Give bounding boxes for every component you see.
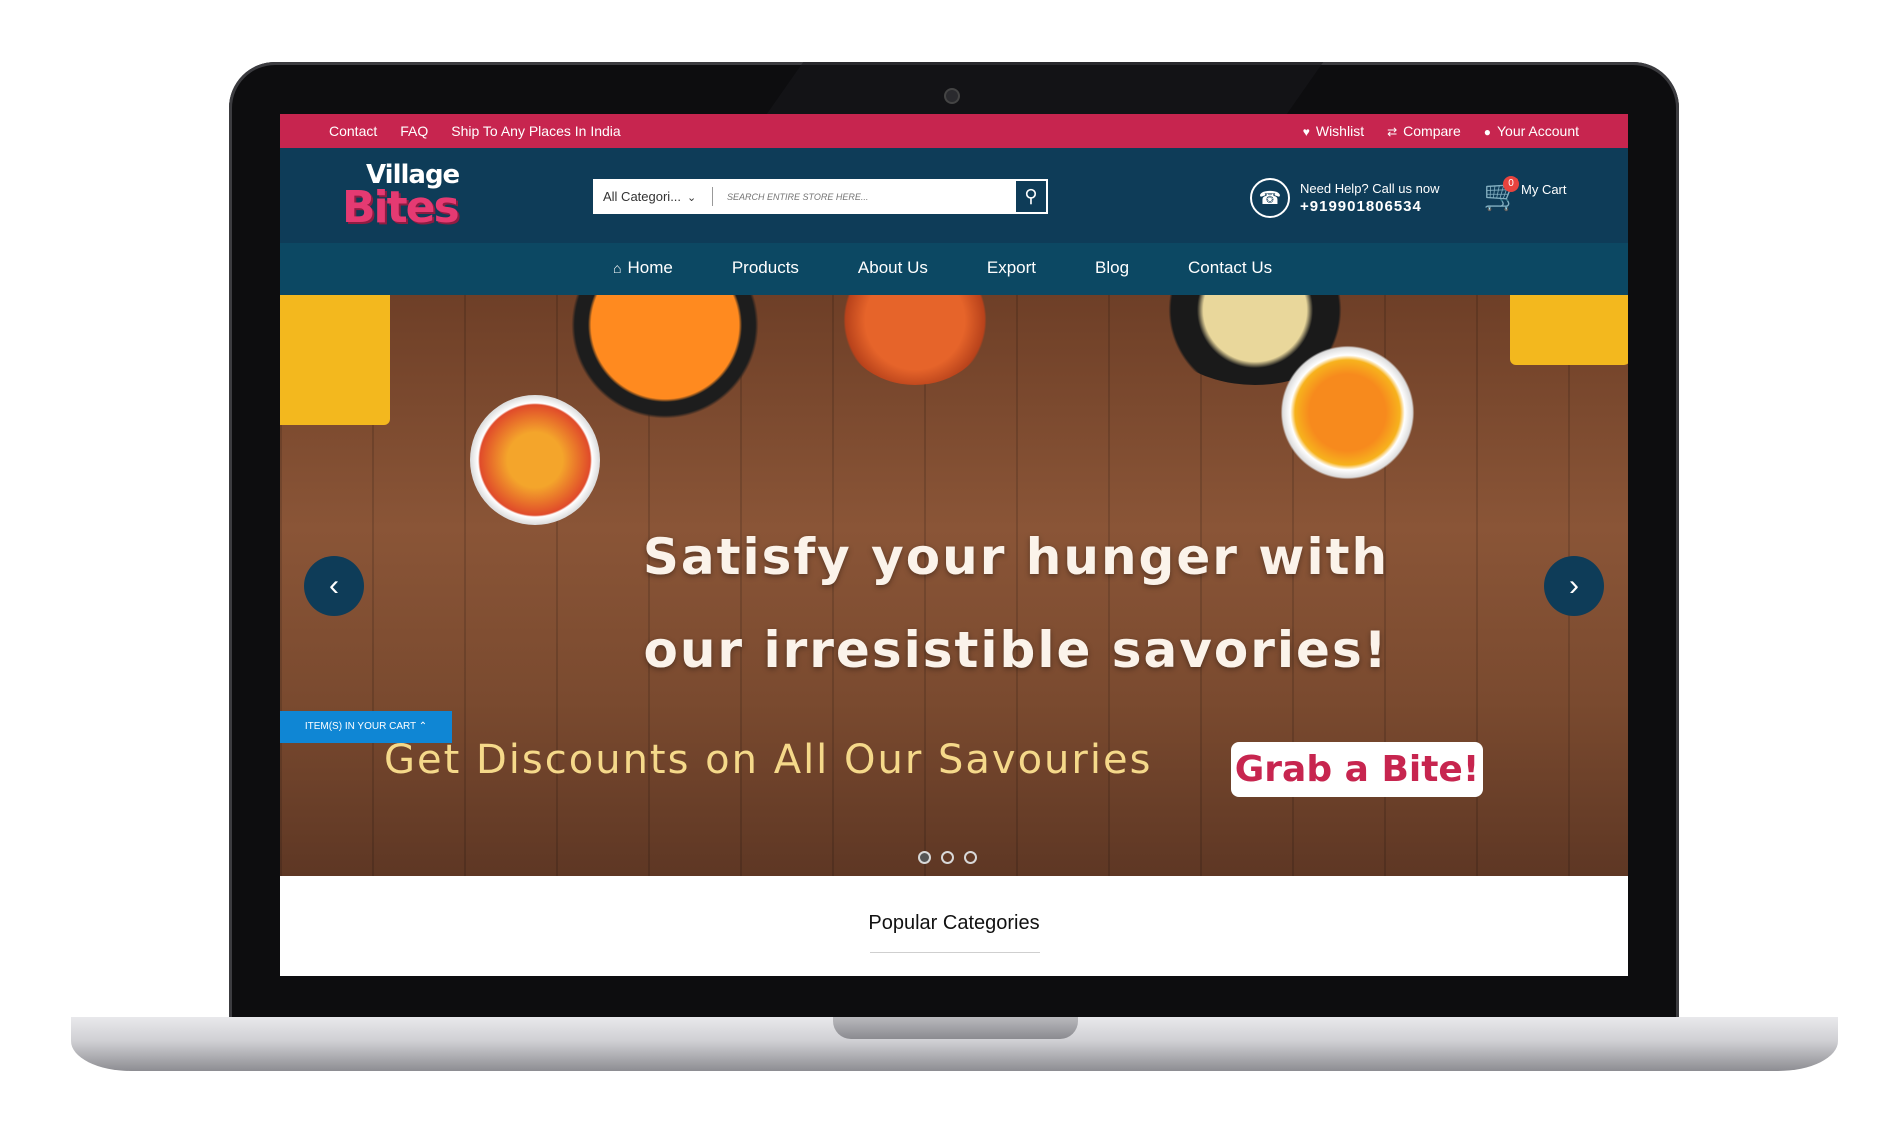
help-label: Need Help? Call us now <box>1300 181 1440 196</box>
wishlist-label: Wishlist <box>1315 123 1365 139</box>
cart-label: My Cart <box>1521 182 1567 197</box>
slider-dot-2[interactable] <box>941 851 954 864</box>
contact-link[interactable]: Contact <box>329 123 377 139</box>
compare-link[interactable]: ⇄ Compare <box>1387 123 1461 139</box>
top-bar: Contact FAQ Ship To Any Places In India … <box>280 114 1628 148</box>
nav-home-label: Home <box>627 258 673 277</box>
nav-item-contact[interactable]: Contact Us <box>1188 258 1272 278</box>
search-bar: All Categori... ⌄ ⚲ <box>593 179 1048 214</box>
nav-item-home[interactable]: ⌂ Home <box>613 258 673 278</box>
nav-item-products[interactable]: Products <box>732 258 799 278</box>
slider-prev-button[interactable]: ‹ <box>304 556 364 616</box>
candy-corn-bowl-image <box>1280 345 1415 480</box>
gift-box-image-right <box>1510 295 1628 365</box>
category-value: All Categori... <box>603 189 682 204</box>
slider-dots <box>918 851 977 864</box>
mini-cart[interactable]: 🛒 0 My Cart <box>1483 176 1567 216</box>
home-icon: ⌂ <box>613 260 622 276</box>
candy-bowl-image <box>470 395 600 525</box>
help-contact: ☎ Need Help? Call us now +919901806534 <box>1250 178 1439 218</box>
account-links: ♥ Wishlist ⇄ Compare ● Your Account <box>1303 123 1579 139</box>
phone-icon: ☎ <box>1250 178 1290 218</box>
hero-headline-line-2: our irresistible savories! <box>643 621 1389 679</box>
search-button[interactable]: ⚲ <box>1014 179 1048 214</box>
cart-icon: 🛒 0 <box>1483 176 1521 212</box>
nav-item-about[interactable]: About Us <box>858 258 928 278</box>
website-screen: Contact FAQ Ship To Any Places In India … <box>280 114 1628 976</box>
user-icon: ● <box>1483 125 1491 139</box>
main-header: Village Bites All Categori... ⌄ ⚲ ☎ Need … <box>280 148 1628 243</box>
wishlist-link[interactable]: ♥ Wishlist <box>1303 123 1364 139</box>
hero-headline-line-1: Satisfy your hunger with <box>642 528 1390 586</box>
shipping-link[interactable]: Ship To Any Places In India <box>451 123 620 139</box>
logo-bites: Bites <box>342 182 460 233</box>
laptop-notch <box>833 1017 1078 1039</box>
search-input[interactable] <box>713 179 1014 214</box>
category-select[interactable]: All Categori... ⌄ <box>593 187 713 206</box>
account-label: Your Account <box>1497 123 1579 139</box>
search-icon: ⚲ <box>1024 186 1038 206</box>
main-nav: ⌂ Home Products About Us Export Blog Cont… <box>280 243 1628 295</box>
site-logo[interactable]: Village Bites <box>340 160 465 233</box>
top-links: Contact FAQ Ship To Any Places In India <box>329 123 621 139</box>
compare-icon: ⇄ <box>1387 125 1398 139</box>
hero-discount-text: Get Discounts on All Our Savouries <box>384 737 1153 783</box>
heart-icon: ♥ <box>1302 125 1310 139</box>
pumpkin-plate-image <box>535 295 795 425</box>
grab-a-bite-button[interactable]: Grab a Bite! <box>1231 742 1483 797</box>
camera-icon <box>946 90 958 102</box>
account-link[interactable]: ● Your Account <box>1484 123 1579 139</box>
slider-dot-1[interactable] <box>918 851 931 864</box>
cart-count-badge: 0 <box>1503 176 1519 192</box>
chevron-left-icon: ‹ <box>329 569 339 602</box>
slider-dot-3[interactable] <box>964 851 977 864</box>
phone-number[interactable]: +919901806534 <box>1300 198 1439 215</box>
nav-item-export[interactable]: Export <box>987 258 1036 278</box>
compare-label: Compare <box>1403 123 1461 139</box>
cart-items-tab-label: ITEM(S) IN YOUR CART <box>304 721 416 732</box>
nav-item-blog[interactable]: Blog <box>1095 258 1129 278</box>
chevron-right-icon: › <box>1569 569 1579 602</box>
cart-items-tab[interactable]: ITEM(S) IN YOUR CART ⌃ <box>280 711 452 743</box>
popular-categories-section: Popular Categories <box>280 876 1628 976</box>
gift-box-image <box>280 295 390 425</box>
chevron-down-icon: ⌄ <box>687 192 697 204</box>
faq-link[interactable]: FAQ <box>400 123 428 139</box>
candy-bucket-image <box>840 295 990 385</box>
section-title: Popular Categories <box>868 912 1040 934</box>
chevron-up-icon: ⌃ <box>418 721 428 732</box>
slider-next-button[interactable]: › <box>1544 556 1604 616</box>
hero-slider: Satisfy your hunger with our irresistibl… <box>280 295 1628 876</box>
section-divider <box>870 952 1040 953</box>
